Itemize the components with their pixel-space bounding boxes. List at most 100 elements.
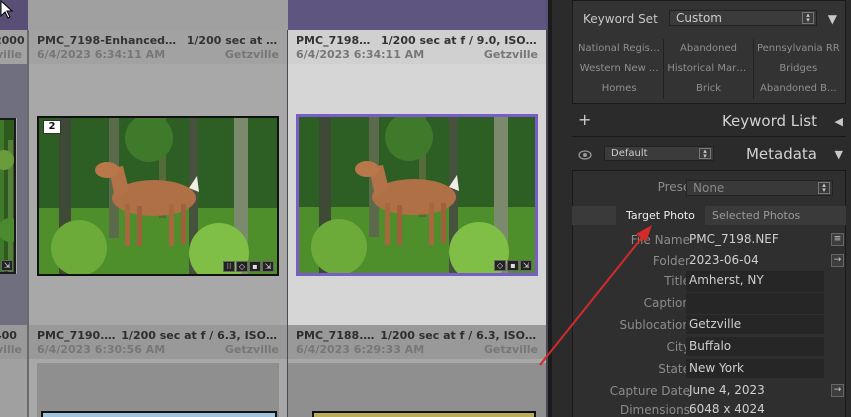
field-value: 2023-06-04 <box>689 253 759 267</box>
thumbnail-3[interactable] <box>41 411 277 417</box>
field-value: 6048 x 4024 <box>689 402 765 416</box>
thumbnail-badges: ◇ ▪ ⇲ <box>494 260 532 271</box>
cell-location: Getzville <box>224 343 279 356</box>
crop-icon[interactable]: ⇲ <box>262 261 274 272</box>
metadata-field-caption: Caption <box>572 292 846 314</box>
cell-location: Getzville <box>224 48 279 61</box>
partial-time: 2000 <box>0 34 25 47</box>
keyword-button[interactable]: National Regist... <box>575 39 665 59</box>
cell-header: PMC_7198.NEF 1/200 sec at f / 9.0, ISO 25… <box>288 30 546 64</box>
grid-cell-photo-2-selected[interactable]: PMC_7198.NEF 1/200 sec at f / 9.0, ISO 25… <box>288 30 546 325</box>
thumbnail-badges: ⁝⁝ ◇ ▪ ⇲ <box>223 261 274 272</box>
keyword-button[interactable]: Historical Markers <box>664 59 754 79</box>
tab-target-photo[interactable]: Target Photo <box>616 206 705 225</box>
comment-icon[interactable]: ▪ <box>507 260 519 271</box>
library-grid: 2000 ville ⇲ 400 ville <box>0 0 548 417</box>
city-input[interactable]: Buffalo <box>686 337 824 356</box>
metadata-field-dimensions: Dimensions 6048 x 4024 <box>572 399 846 417</box>
metadata-view-value: Default <box>611 148 648 159</box>
grid-cell-partial-left[interactable]: 2000 ville ⇲ <box>0 30 27 325</box>
field-value: June 4, 2023 <box>689 383 765 397</box>
arrow-right-icon[interactable]: → <box>831 384 844 397</box>
field-value[interactable]: PMC_7198.NEF <box>686 230 824 249</box>
collapse-triangle-icon[interactable]: ▼ <box>828 12 837 26</box>
state-input[interactable]: New York <box>686 359 824 378</box>
preset-value: None <box>693 181 725 195</box>
field-label: Sublocation <box>619 318 690 332</box>
cell-location: Getzville <box>483 343 538 356</box>
cell-exposure: 1/200 sec at f / 9.0, ISO 25600 <box>381 34 538 47</box>
metadata-field-city: City Buffalo <box>572 336 846 358</box>
keyword-button[interactable]: Bridges <box>754 59 843 79</box>
field-label: Caption <box>643 296 690 310</box>
metadata-field-state: State New York <box>572 358 846 380</box>
grid-cell-photo-3[interactable]: PMC_7190.NEF 1/200 sec at f / 6.3, ISO 25… <box>29 325 287 417</box>
crop-icon[interactable]: ⇲ <box>520 260 532 271</box>
cell-exposure: 1/200 sec at f / 6.3, ISO 250 <box>121 329 279 342</box>
thumbnail-2[interactable]: ◇ ▪ ⇲ <box>296 114 538 276</box>
preset-dropdown[interactable]: None ▴ ▾ <box>686 180 833 196</box>
collapse-triangle-icon[interactable]: ▼ <box>835 148 843 161</box>
caption-input[interactable] <box>686 293 824 314</box>
keyword-tag-icon[interactable]: ◇ <box>236 261 248 272</box>
add-keyword-plus-icon[interactable]: + <box>578 110 591 129</box>
cell-filename: PMC_7198-Enhanced-NR.dng <box>37 34 179 47</box>
grid-cell-photo-4[interactable]: PMC_7188.NEF 1/200 sec at f / 6.3, ISO 36… <box>288 325 546 417</box>
sublocation-input[interactable]: Getzville <box>686 315 824 334</box>
keyword-set-dropdown[interactable]: Custom ▴ ▾ <box>669 10 817 26</box>
grid-cell-photo-1[interactable]: PMC_7198-Enhanced-NR.dng 1/200 sec at f /… <box>29 30 287 325</box>
metadata-view-dropdown[interactable]: Default ▴ ▾ <box>604 146 714 161</box>
keyword-button[interactable]: Western New ... <box>575 59 665 79</box>
keyword-list-header[interactable]: + Keyword List ◀ <box>572 108 851 136</box>
deer-photo <box>39 118 277 274</box>
thumbnail-1[interactable]: 2 ⁝⁝ ◇ ▪ ⇲ <box>37 116 279 276</box>
metadata-title: Metadata <box>745 145 817 163</box>
keyword-button[interactable]: Homes <box>575 79 665 99</box>
cell-datetime: 6/4/2023 6:34:11 AM <box>296 48 425 61</box>
grid-cell-partial-left-lower[interactable]: 400 ville <box>0 325 27 417</box>
field-label: Dimensions <box>619 403 690 417</box>
eye-icon[interactable] <box>578 150 592 160</box>
cell-header: PMC_7198-Enhanced-NR.dng 1/200 sec at f /… <box>29 30 287 64</box>
field-label: File Name <box>630 233 690 247</box>
title-input[interactable]: Amherst, NY <box>686 271 824 292</box>
metadata-header[interactable]: Default ▴ ▾ Metadata ▼ <box>572 141 851 169</box>
cell-filename: PMC_7188.NEF <box>296 329 381 342</box>
stack-count-badge[interactable]: 2 <box>43 120 61 134</box>
partial-place-lower: ville <box>0 343 22 356</box>
keyword-button[interactable]: Brick <box>664 79 754 99</box>
arrow-right-icon[interactable]: → <box>831 254 844 267</box>
list-icon[interactable]: ≡ <box>831 233 844 246</box>
preset-row: Preset None ▴ ▾ <box>572 176 846 198</box>
cell-exposure: 1/200 sec at f / 9... <box>186 34 279 47</box>
keyword-button[interactable]: Abandoned <box>664 39 754 59</box>
partial-time-lower: 400 <box>0 329 17 342</box>
cell-filename: PMC_7190.NEF <box>37 329 122 342</box>
deer-photo <box>299 117 535 273</box>
cell-location: Getzville <box>483 48 538 61</box>
thumbnail-4[interactable] <box>312 411 536 417</box>
cell-datetime: 6/4/2023 6:34:11 AM <box>37 48 166 61</box>
mouse-cursor-icon <box>0 0 14 19</box>
keyword-set-label: Keyword Set <box>583 12 658 26</box>
develop-adjust-icon[interactable]: ⁝⁝ <box>223 261 235 272</box>
metadata-field-sublocation: Sublocation Getzville <box>572 314 846 336</box>
prev-cell-bottom-2 <box>288 0 546 30</box>
metadata-field-title: Title Amherst, NY <box>572 270 846 292</box>
prev-cell-bottom <box>28 0 288 30</box>
cell-datetime: 6/4/2023 6:30:56 AM <box>37 343 166 356</box>
field-label: Capture Date <box>609 384 690 398</box>
partial-thumbnail[interactable]: ⇲ <box>0 118 16 274</box>
keyword-button[interactable]: Abandoned B... <box>754 79 843 99</box>
partial-place: ville <box>0 48 22 61</box>
tab-selected-photos[interactable]: Selected Photos <box>702 206 810 225</box>
dropdown-arrows-icon: ▴ ▾ <box>802 12 814 24</box>
dropdown-arrows-icon: ▴ ▾ <box>699 148 711 160</box>
comment-icon[interactable]: ▪ <box>249 261 261 272</box>
expand-triangle-icon[interactable]: ◀ <box>835 115 843 128</box>
keyword-tag-icon[interactable]: ◇ <box>494 260 506 271</box>
cell-header: PMC_7190.NEF 1/200 sec at f / 6.3, ISO 25… <box>29 325 287 359</box>
crop-icon[interactable]: ⇲ <box>1 260 13 271</box>
keyword-button[interactable]: Pennsylvania RR <box>754 39 843 59</box>
keyword-set-value: Custom <box>676 11 722 25</box>
